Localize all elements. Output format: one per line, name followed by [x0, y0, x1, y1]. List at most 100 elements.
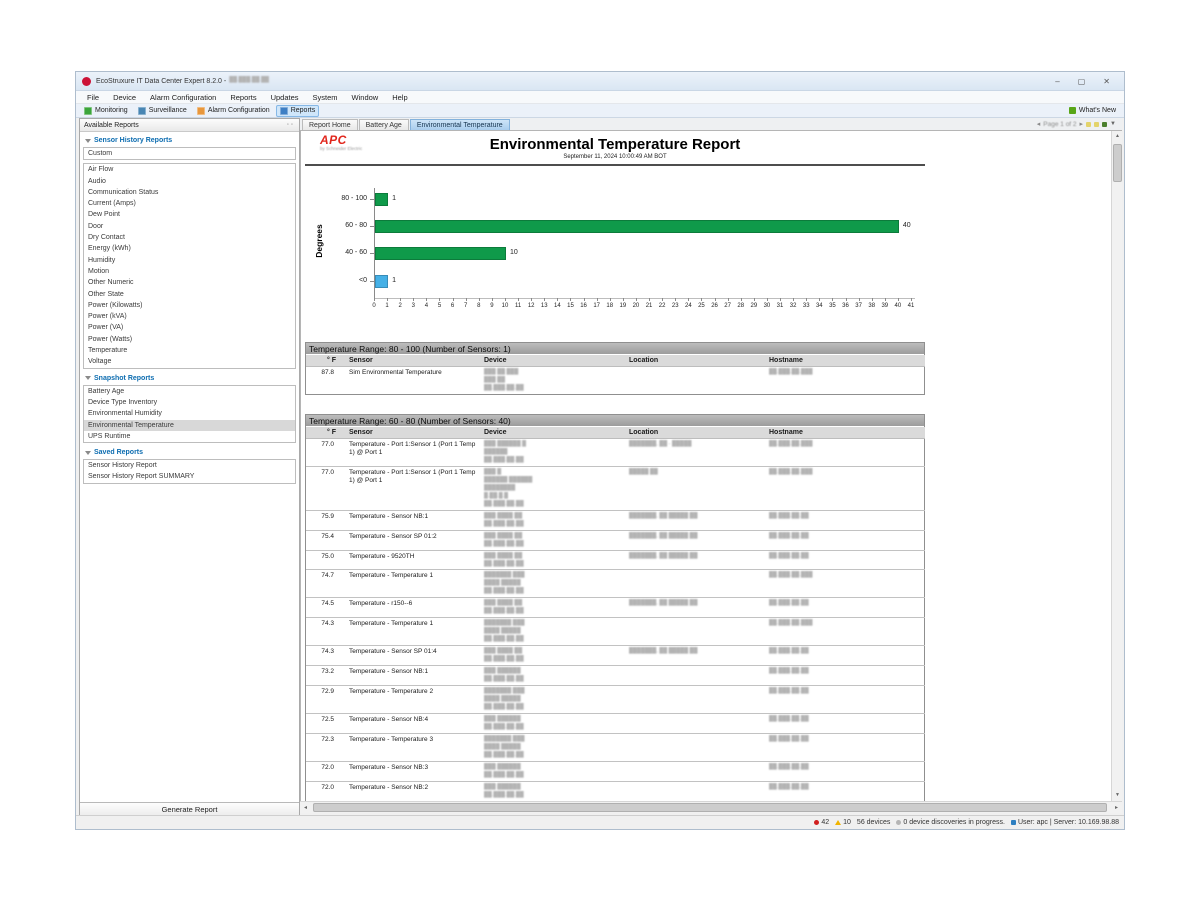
table-row: 73.2Temperature - Sensor NB:1███ ██████ …: [306, 666, 925, 686]
perspective-toolbar: MonitoringSurveillanceAlarm Configuratio…: [76, 104, 1124, 118]
report-item-audio[interactable]: Audio: [84, 176, 295, 187]
chart-bar-value: 1: [392, 195, 396, 202]
column-header-sensor: Sensor: [346, 355, 481, 367]
whats-new-link[interactable]: What's New: [1069, 107, 1120, 114]
menu-item-device[interactable]: Device: [106, 93, 143, 102]
x-tick-label: 23: [668, 303, 682, 309]
panel-minimize-maximize-icons[interactable]: ▫▫: [287, 122, 295, 128]
report-item-custom[interactable]: Custom: [84, 148, 295, 159]
section-header-sensor-history-reports[interactable]: Sensor History Reports: [82, 134, 297, 147]
report-item-power-va[interactable]: Power (VA): [84, 322, 295, 333]
page-indicator: Page 1 of 2: [1043, 121, 1076, 128]
status-user-server-icon: [1011, 820, 1016, 825]
menu-item-updates[interactable]: Updates: [264, 93, 306, 102]
report-item-power-kva[interactable]: Power (kVA): [84, 311, 295, 322]
report-item-power-kilowatts[interactable]: Power (Kilowatts): [84, 300, 295, 311]
cell-hostname: ██.███.██.██: [766, 761, 925, 781]
page-next-icon[interactable]: ▸: [1080, 120, 1084, 128]
x-tick-label: 1: [380, 303, 394, 309]
report-item-energy-kwh[interactable]: Energy (kWh): [84, 243, 295, 254]
report-item-power-watts[interactable]: Power (Watts): [84, 334, 295, 345]
scroll-left-icon[interactable]: ◂: [300, 802, 311, 814]
menu-item-help[interactable]: Help: [385, 93, 414, 102]
menu-bar: FileDeviceAlarm ConfigurationReportsUpda…: [76, 91, 1124, 104]
x-tick-label: 27: [721, 303, 735, 309]
maximize-button[interactable]: ▢: [1078, 77, 1086, 86]
tab-report-home[interactable]: Report Home: [302, 119, 358, 130]
report-item-battery-age[interactable]: Battery Age: [84, 386, 295, 397]
cell-temp: 72.0: [306, 761, 346, 781]
export-icon[interactable]: [1086, 122, 1091, 127]
vertical-scrollbar[interactable]: ▲ ▼: [1111, 131, 1122, 801]
section-header-saved-reports[interactable]: Saved Reports: [82, 446, 297, 459]
menu-item-alarm-configuration[interactable]: Alarm Configuration: [143, 93, 223, 102]
report-item-other-state[interactable]: Other State: [84, 289, 295, 300]
table-row: 72.5Temperature - Sensor NB:4███ ██████ …: [306, 714, 925, 734]
menu-item-window[interactable]: Window: [345, 93, 386, 102]
report-item-motion[interactable]: Motion: [84, 266, 295, 277]
cell-hostname: ██.███.██.███: [766, 438, 925, 466]
x-tick: [688, 298, 689, 301]
cell-device: ███ ██████ █ ██████ ██.███.██.██: [481, 438, 626, 466]
chevron-down-icon[interactable]: ▼: [1110, 121, 1116, 127]
report-item-ups-runtime[interactable]: UPS Runtime: [84, 431, 295, 442]
table-row: 74.3Temperature - Temperature 1███████ █…: [306, 618, 925, 646]
report-item-device-type-inventory[interactable]: Device Type Inventory: [84, 397, 295, 408]
horizontal-scroll-thumb[interactable]: [313, 803, 1107, 812]
menu-item-reports[interactable]: Reports: [223, 93, 263, 102]
cell-temp: 72.5: [306, 714, 346, 734]
perspective-reports[interactable]: Reports: [276, 105, 320, 117]
tab-battery-age[interactable]: Battery Age: [359, 119, 409, 130]
x-tick-label: 3: [406, 303, 420, 309]
cell-device: ███ ██████ ██.███.██.██: [481, 761, 626, 781]
section-header-snapshot-reports[interactable]: Snapshot Reports: [82, 372, 297, 385]
scroll-up-icon[interactable]: ▲: [1112, 131, 1122, 142]
column-header-location: Location: [626, 355, 766, 367]
cell-hostname: ██.███.██.██: [766, 530, 925, 550]
horizontal-scrollbar[interactable]: ◂ ▸: [300, 801, 1122, 813]
table-row: 75.9Temperature - Sensor NB:1███ ████ ██…: [306, 510, 925, 530]
perspective-surveillance[interactable]: Surveillance: [134, 105, 191, 117]
status-warning: 10: [835, 819, 851, 826]
x-tick-label: 18: [603, 303, 617, 309]
close-button[interactable]: ✕: [1103, 77, 1110, 86]
minimize-button[interactable]: –: [1055, 77, 1059, 86]
menu-item-system[interactable]: System: [306, 93, 345, 102]
perspective-alarm-configuration[interactable]: Alarm Configuration: [193, 105, 274, 117]
report-item-door[interactable]: Door: [84, 221, 295, 232]
perspective-monitoring[interactable]: Monitoring: [80, 105, 132, 117]
report-item-communication-status[interactable]: Communication Status: [84, 187, 295, 198]
report-item-environmental-humidity[interactable]: Environmental Humidity: [84, 408, 295, 419]
x-tick-label: 40: [891, 303, 905, 309]
report-item-humidity[interactable]: Humidity: [84, 255, 295, 266]
tab-environmental-temperature[interactable]: Environmental Temperature: [410, 119, 510, 130]
vertical-scroll-thumb[interactable]: [1113, 144, 1122, 182]
status-bar: 421056 devices0 device discoveries in pr…: [76, 815, 1124, 829]
x-tick-label: 33: [799, 303, 813, 309]
generate-report-button[interactable]: Generate Report: [80, 802, 299, 816]
report-item-other-numeric[interactable]: Other Numeric: [84, 277, 295, 288]
report-item-current-amps[interactable]: Current (Amps): [84, 198, 295, 209]
report-item-sensor-history-report-summary[interactable]: Sensor History Report SUMMARY: [84, 471, 295, 482]
report-item-dry-contact[interactable]: Dry Contact: [84, 232, 295, 243]
page-prev-icon[interactable]: ◂: [1037, 120, 1041, 128]
cell-sensor: Temperature - r150--6: [346, 598, 481, 618]
y-tick: [370, 281, 374, 282]
scroll-right-icon[interactable]: ▸: [1111, 802, 1122, 814]
export-icon[interactable]: [1102, 122, 1107, 127]
report-item-air-flow[interactable]: Air Flow: [84, 164, 295, 175]
report-item-sensor-history-report[interactable]: Sensor History Report: [84, 460, 295, 471]
x-tick: [531, 298, 532, 301]
report-item-temperature[interactable]: Temperature: [84, 345, 295, 356]
x-tick-label: 17: [590, 303, 604, 309]
x-tick: [741, 298, 742, 301]
report-item-dew-point[interactable]: Dew Point: [84, 209, 295, 220]
scroll-down-icon[interactable]: ▼: [1112, 790, 1122, 801]
menu-item-file[interactable]: File: [80, 93, 106, 102]
export-icon[interactable]: [1094, 122, 1099, 127]
x-tick-label: 4: [419, 303, 433, 309]
x-tick-label: 34: [812, 303, 826, 309]
report-item-voltage[interactable]: Voltage: [84, 356, 295, 367]
report-item-environmental-temperature[interactable]: Environmental Temperature: [84, 420, 295, 431]
column-header-device: Device: [481, 355, 626, 367]
